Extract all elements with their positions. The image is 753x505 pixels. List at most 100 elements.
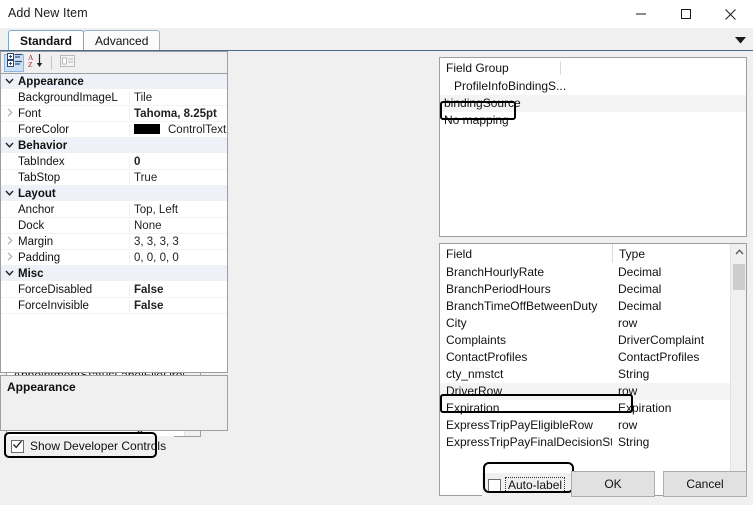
- property-row[interactable]: ForceInvisible False: [1, 298, 227, 314]
- property-row[interactable]: Anchor Top, Left: [1, 202, 227, 218]
- auto-label-checkbox[interactable]: Auto-label: [482, 473, 572, 497]
- property-value[interactable]: 3, 3, 3, 3: [130, 236, 227, 248]
- maximize-button[interactable]: [663, 0, 708, 28]
- dialog-buttons: OK Cancel: [571, 471, 747, 497]
- property-row[interactable]: ForeColor ControlText: [1, 122, 227, 138]
- property-value[interactable]: 0, 0, 0, 0: [130, 252, 227, 264]
- property-value[interactable]: Tile: [130, 92, 227, 104]
- field-cell: ExpressTripPayFinalDecisionStatus: [446, 435, 612, 449]
- table-row[interactable]: BranchTimeOffBetweenDuty Decimal: [440, 298, 746, 315]
- type-column-header: Type: [612, 244, 746, 263]
- chevron-down-icon: [734, 31, 746, 49]
- chevron-down-icon[interactable]: [1, 76, 18, 87]
- color-swatch: [134, 123, 160, 134]
- field-group-item[interactable]: No mapping: [440, 112, 746, 129]
- property-value[interactable]: Top, Left: [130, 204, 227, 216]
- property-row[interactable]: TabStop True: [1, 170, 227, 186]
- property-name: TabIndex: [18, 155, 130, 168]
- close-icon: [724, 8, 737, 21]
- property-row[interactable]: Dock None: [1, 218, 227, 234]
- scroll-thumb[interactable]: [733, 264, 745, 290]
- type-cell: DriverComplaint: [618, 333, 705, 347]
- property-grid-toolbar: A Z: [0, 51, 228, 73]
- table-row[interactable]: ExpressTripPayFinalDecisionStatus String: [440, 434, 746, 451]
- table-row[interactable]: BranchHourlyRate Decimal: [440, 264, 746, 281]
- ok-button[interactable]: OK: [571, 471, 655, 497]
- table-row[interactable]: ContactProfiles ContactProfiles: [440, 349, 746, 366]
- property-name: TabStop: [18, 171, 130, 184]
- property-value[interactable]: None: [130, 220, 227, 232]
- chevron-down-icon[interactable]: [1, 188, 18, 199]
- property-row[interactable]: Padding 0, 0, 0, 0: [1, 250, 227, 266]
- property-row[interactable]: Margin 3, 3, 3, 3: [1, 234, 227, 250]
- property-name: Anchor: [18, 203, 130, 216]
- property-value[interactable]: 0: [130, 156, 227, 168]
- table-row[interactable]: Expiration Expiration: [440, 400, 746, 417]
- checkbox-box[interactable]: [11, 439, 24, 453]
- type-cell: Expiration: [618, 401, 672, 415]
- scroll-up-icon[interactable]: [731, 244, 746, 260]
- tab-standard[interactable]: Standard: [8, 30, 85, 50]
- window-title: Add New Item: [8, 6, 88, 20]
- field-group-header-label: Field Group: [446, 61, 509, 75]
- maximize-icon: [680, 8, 692, 20]
- table-row[interactable]: Complaints DriverComplaint: [440, 332, 746, 349]
- title-bar: Add New Item: [0, 0, 753, 28]
- property-pages-button[interactable]: [57, 54, 77, 72]
- type-cell: String: [618, 435, 650, 449]
- field-type-list[interactable]: Field Type BranchHourlyRate Decimal Branch…: [439, 243, 747, 496]
- property-row[interactable]: Font Tahoma, 8.25pt: [1, 106, 227, 122]
- field-group-body[interactable]: ProfileInfoBindingS... bindingSource No ma…: [440, 78, 746, 129]
- chevron-right-icon[interactable]: [1, 107, 18, 120]
- cancel-button[interactable]: Cancel: [663, 471, 747, 497]
- field-group-list[interactable]: Field Group ProfileInfoBindingS... bindin…: [439, 57, 747, 237]
- chevron-right-icon[interactable]: [1, 251, 18, 264]
- property-row[interactable]: TabIndex 0: [1, 154, 227, 170]
- categorized-button[interactable]: [4, 53, 24, 72]
- property-category-row[interactable]: Misc: [1, 266, 227, 282]
- tab-advanced[interactable]: Advanced: [83, 30, 161, 50]
- field-type-header: Field Type: [440, 244, 746, 264]
- field-type-body[interactable]: BranchHourlyRate Decimal BranchPeriodHours…: [440, 264, 746, 451]
- chevron-down-icon[interactable]: [1, 140, 18, 151]
- property-value[interactable]: True: [130, 172, 227, 184]
- tab-strip: Standard Advanced: [0, 28, 753, 50]
- field-type-scrollbar[interactable]: [730, 244, 746, 495]
- table-row[interactable]: BranchPeriodHours Decimal: [440, 281, 746, 298]
- property-value-text: ControlText: [168, 123, 227, 136]
- property-description-pane: Appearance: [0, 375, 228, 431]
- chevron-down-icon[interactable]: [1, 268, 18, 279]
- svg-text:Z: Z: [28, 60, 33, 68]
- property-row[interactable]: ForceDisabled False: [1, 282, 227, 298]
- table-row[interactable]: City row: [440, 315, 746, 332]
- property-row[interactable]: BackgroundImageL Tile: [1, 90, 227, 106]
- table-row[interactable]: ExpressTripPayEligibleRow row: [440, 417, 746, 434]
- property-category-row[interactable]: Layout: [1, 186, 227, 202]
- property-category-label: Misc: [18, 267, 44, 280]
- property-value[interactable]: ControlText: [130, 123, 227, 136]
- table-row[interactable]: DriverRow row: [440, 383, 746, 400]
- tab-overflow-button[interactable]: [733, 33, 747, 47]
- field-cell: Expiration: [446, 401, 500, 415]
- checkbox-box[interactable]: [488, 478, 501, 492]
- minimize-button[interactable]: [618, 0, 663, 28]
- alphabetical-button[interactable]: A Z: [26, 53, 46, 72]
- property-name: Padding: [18, 251, 130, 264]
- type-cell: row: [618, 418, 638, 432]
- close-button[interactable]: [708, 0, 753, 28]
- chevron-right-icon[interactable]: [1, 235, 18, 248]
- field-group-item[interactable]: ProfileInfoBindingS...: [440, 78, 746, 95]
- property-category-row[interactable]: Appearance: [1, 74, 227, 90]
- property-category-label: Layout: [18, 187, 56, 200]
- property-grid-rows[interactable]: Appearance BackgroundImageL Tile Font Tahoma…: [0, 73, 228, 373]
- check-icon: [12, 439, 23, 453]
- table-row[interactable]: cty_nmstct String: [440, 366, 746, 383]
- tab-advanced-label: Advanced: [95, 33, 149, 48]
- property-value[interactable]: Tahoma, 8.25pt: [130, 108, 227, 120]
- property-value[interactable]: False: [130, 284, 227, 296]
- show-developer-controls-checkbox[interactable]: Show Developer Controls: [6, 436, 175, 456]
- property-value[interactable]: False: [130, 300, 227, 312]
- field-group-item[interactable]: bindingSource: [440, 95, 746, 112]
- field-group-item-label: ProfileInfoBindingS...: [454, 79, 567, 93]
- property-category-row[interactable]: Behavior: [1, 138, 227, 154]
